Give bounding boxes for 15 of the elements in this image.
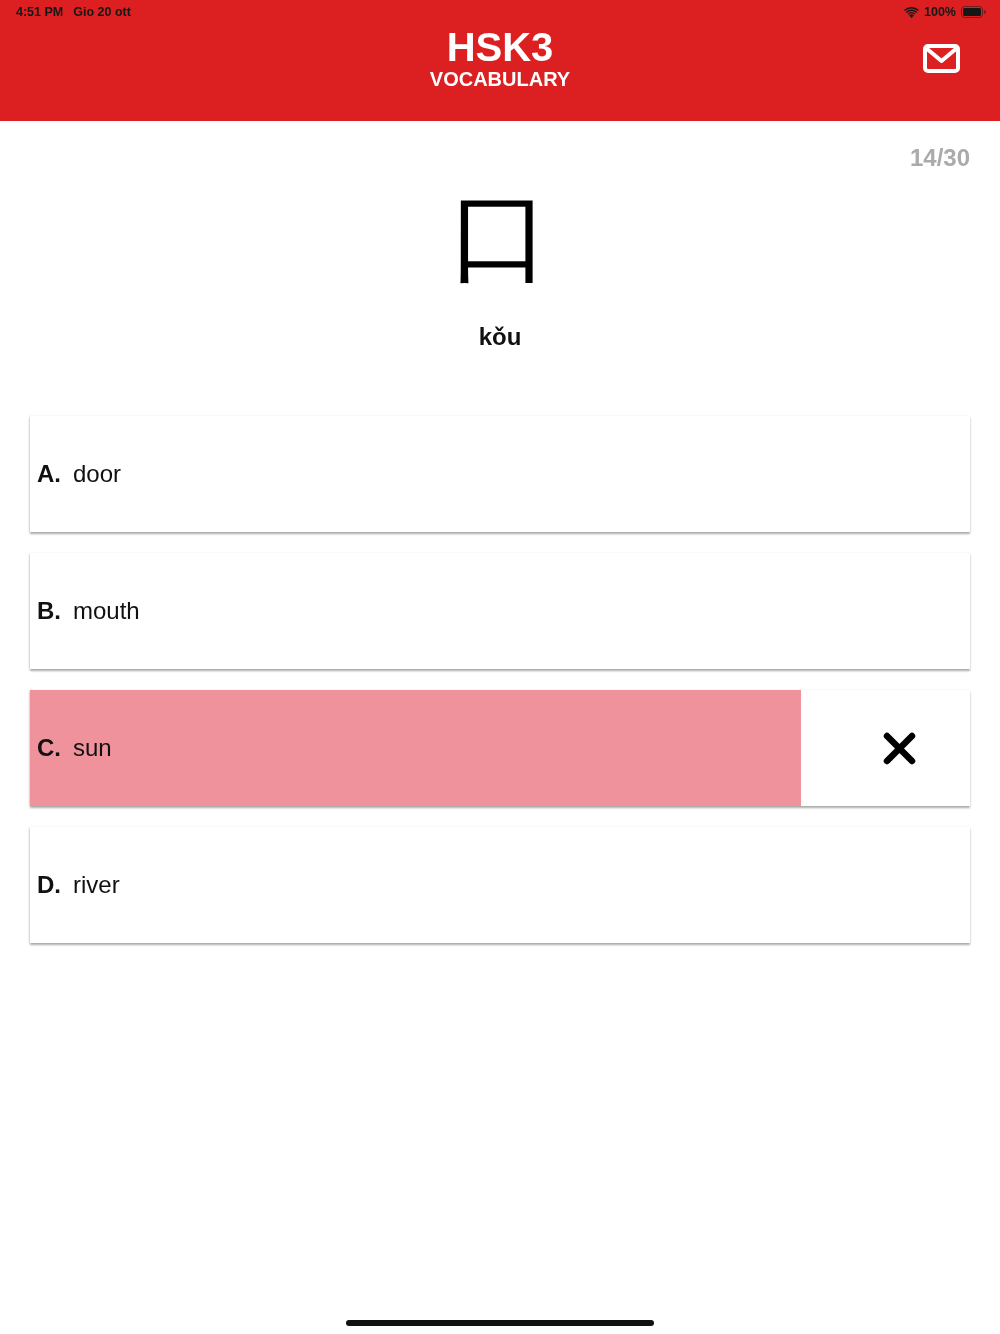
battery-percent: 100%	[924, 5, 956, 19]
app-subtitle: VOCABULARY	[429, 68, 571, 90]
question-counter: 14/30	[909, 144, 970, 172]
answer-option[interactable]: C. sun	[30, 690, 970, 806]
wifi-icon	[904, 6, 919, 18]
mail-icon[interactable]	[923, 43, 960, 73]
battery-icon	[961, 6, 986, 18]
answer-option[interactable]: B. mouth	[30, 553, 970, 669]
app-title: HSK3	[446, 26, 554, 68]
answer-option[interactable]: D. river	[30, 827, 970, 943]
answer-option[interactable]: A. door	[30, 416, 970, 532]
chinese-character: 口	[450, 187, 550, 287]
status-time: 4:51 PM	[16, 5, 64, 19]
status-date: Gio 20 ott	[73, 5, 131, 19]
pinyin-text: kǒu	[478, 322, 522, 352]
